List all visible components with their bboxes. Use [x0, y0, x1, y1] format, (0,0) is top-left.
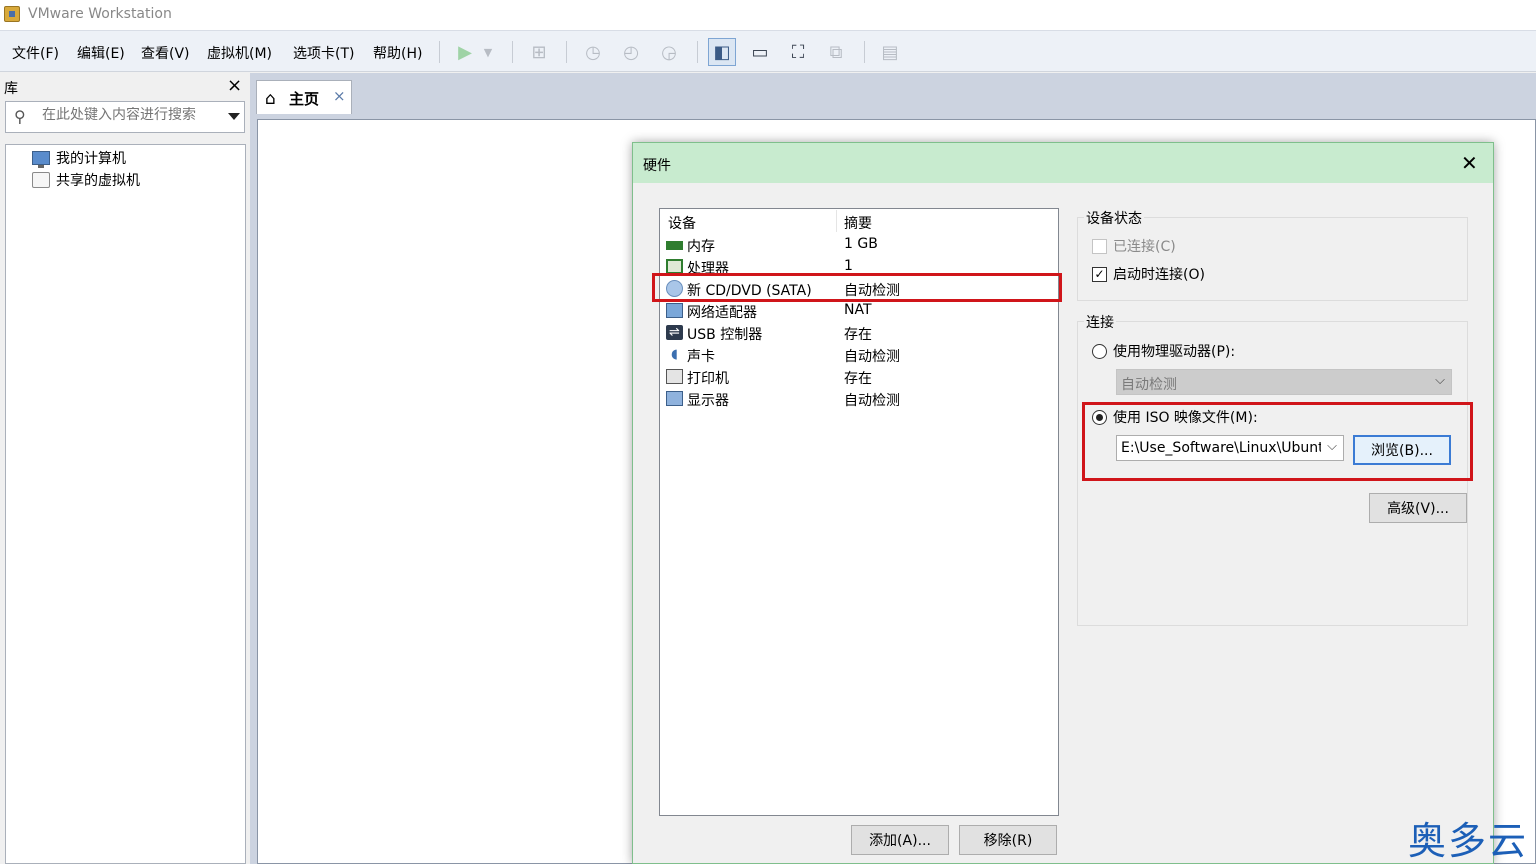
power-dropdown-icon[interactable]: ▼ — [478, 38, 498, 66]
column-header-summary[interactable]: 摘要 — [844, 213, 872, 233]
device-row[interactable]: ◖ 声卡 自动检测 — [660, 344, 1058, 366]
sound-icon: ◖ — [671, 347, 678, 362]
tab-label: 主页 — [289, 90, 320, 108]
library-title: 库 — [4, 81, 18, 97]
snapshot-manager-icon[interactable]: ◶ — [655, 38, 683, 66]
thumbnail-bar-icon[interactable]: ▭ — [746, 38, 774, 66]
home-icon: ⌂ — [265, 89, 276, 109]
physical-drive-select[interactable]: 自动检测 ⌵ — [1116, 369, 1452, 395]
device-name: 显示器 — [687, 393, 729, 409]
usb-icon: ⇌ — [666, 325, 683, 340]
device-row[interactable]: ⇌ USB 控制器 存在 — [660, 322, 1058, 344]
snapshot-icon[interactable]: ◷ — [579, 38, 607, 66]
library-close-icon[interactable]: × — [227, 75, 242, 96]
tab-home[interactable]: ⌂ 主页 × — [256, 80, 352, 114]
remove-device-button[interactable]: 移除(R) — [959, 825, 1057, 855]
tree-item-my-computer[interactable]: 我的计算机 — [32, 148, 126, 168]
device-status-group — [1077, 217, 1468, 301]
checkbox-label: 启动时连接(O) — [1113, 267, 1205, 283]
device-summary: 自动检测 — [844, 349, 900, 365]
display-icon — [666, 391, 683, 406]
tree-item-label: 共享的虚拟机 — [56, 173, 140, 189]
dialog-title: 硬件 — [643, 158, 671, 174]
menu-bar: 文件(F) 编辑(E) 查看(V) 虚拟机(M) 选项卡(T) 帮助(H) ▶ … — [0, 30, 1536, 72]
title-bar: VMware Workstation — [0, 0, 1536, 30]
tree-item-label: 我的计算机 — [56, 151, 126, 167]
highlight-cd-dvd-row — [652, 273, 1062, 302]
menu-vm[interactable]: 虚拟机(M) — [207, 43, 272, 63]
device-row[interactable]: 网络适配器 NAT — [660, 300, 1058, 322]
show-library-icon[interactable]: ◧ — [708, 38, 736, 66]
checkmark-icon: ✓ — [1092, 266, 1107, 282]
column-divider[interactable] — [836, 210, 837, 232]
connected-checkbox[interactable]: 已连接(C) — [1092, 236, 1176, 256]
search-icon: ⚲ — [14, 107, 26, 126]
checkbox-label: 已连接(C) — [1113, 239, 1176, 255]
toolbar-separator — [697, 41, 698, 63]
full-screen-icon[interactable]: ⛶ — [784, 38, 812, 66]
watermark-text: 奥多云 — [1408, 819, 1529, 863]
select-value: 自动检测 — [1121, 377, 1177, 393]
device-summary: 1 — [844, 258, 853, 274]
advanced-button[interactable]: 高级(V)... — [1369, 493, 1467, 523]
connect-at-power-on-checkbox[interactable]: ✓ 启动时连接(O) — [1092, 264, 1205, 284]
menu-help[interactable]: 帮助(H) — [373, 43, 422, 63]
console-view-icon[interactable]: ▤ — [876, 38, 904, 66]
revert-snapshot-icon[interactable]: ◴ — [617, 38, 645, 66]
radio-label: 使用物理驱动器(P): — [1113, 344, 1236, 360]
device-summary: 存在 — [844, 327, 872, 343]
device-summary: NAT — [844, 302, 872, 318]
toolbar-separator — [512, 41, 513, 63]
dialog-title-bar: 硬件 ✕ — [633, 143, 1493, 183]
radio-button — [1092, 343, 1107, 359]
computer-icon — [32, 151, 50, 168]
device-summary: 存在 — [844, 371, 872, 387]
device-summary: 自动检测 — [844, 393, 900, 409]
dialog-close-icon[interactable]: ✕ — [1461, 151, 1478, 175]
search-dropdown-icon[interactable] — [228, 113, 240, 120]
device-name: 声卡 — [687, 349, 715, 365]
toolbar-separator — [864, 41, 865, 63]
toolbar-separator — [439, 41, 440, 63]
highlight-iso-section — [1082, 402, 1473, 481]
device-summary: 1 GB — [844, 236, 878, 252]
add-device-button[interactable]: 添加(A)... — [851, 825, 949, 855]
printer-icon — [666, 369, 683, 384]
connection-title: 连接 — [1084, 312, 1116, 332]
physical-drive-radio[interactable]: 使用物理驱动器(P): — [1092, 341, 1235, 361]
send-ctrl-alt-del-icon[interactable]: ⊞ — [525, 38, 553, 66]
device-row[interactable]: 显示器 自动检测 — [660, 388, 1058, 410]
menu-tabs[interactable]: 选项卡(T) — [293, 43, 354, 63]
library-search: ⚲ — [5, 101, 245, 133]
device-row[interactable]: 打印机 存在 — [660, 366, 1058, 388]
device-row[interactable]: 内存 1 GB — [660, 234, 1058, 256]
app-title: VMware Workstation — [28, 6, 172, 22]
menu-view[interactable]: 查看(V) — [141, 43, 190, 63]
device-name: USB 控制器 — [687, 327, 763, 343]
power-on-icon[interactable]: ▶ — [451, 38, 479, 66]
device-status-title: 设备状态 — [1084, 208, 1144, 228]
network-adapter-icon — [666, 303, 683, 318]
vmware-logo-icon — [4, 6, 20, 22]
processor-icon — [666, 259, 683, 274]
hardware-dialog: 硬件 ✕ 设备 摘要 内存 1 GB 处理器 1 新 CD/DVD (SATA)… — [632, 142, 1494, 864]
library-tree: 我的计算机 共享的虚拟机 — [5, 144, 246, 864]
memory-icon — [666, 241, 683, 250]
chevron-down-icon: ⌵ — [1435, 373, 1445, 388]
toolbar-separator — [566, 41, 567, 63]
search-input[interactable] — [42, 107, 217, 123]
tree-item-shared-vms[interactable]: 共享的虚拟机 — [32, 170, 140, 190]
column-header-device[interactable]: 设备 — [668, 213, 696, 233]
shared-vm-icon — [32, 172, 50, 188]
unity-icon[interactable]: ⧉ — [822, 38, 850, 66]
device-name: 打印机 — [687, 371, 729, 387]
menu-file[interactable]: 文件(F) — [12, 43, 59, 63]
library-panel: 库 × ⚲ 我的计算机 共享的虚拟机 — [0, 73, 248, 864]
tab-close-icon[interactable]: × — [333, 87, 346, 105]
menu-edit[interactable]: 编辑(E) — [77, 43, 125, 63]
checkbox-box — [1092, 238, 1107, 254]
device-name: 内存 — [687, 239, 715, 255]
device-name: 网络适配器 — [687, 305, 757, 321]
